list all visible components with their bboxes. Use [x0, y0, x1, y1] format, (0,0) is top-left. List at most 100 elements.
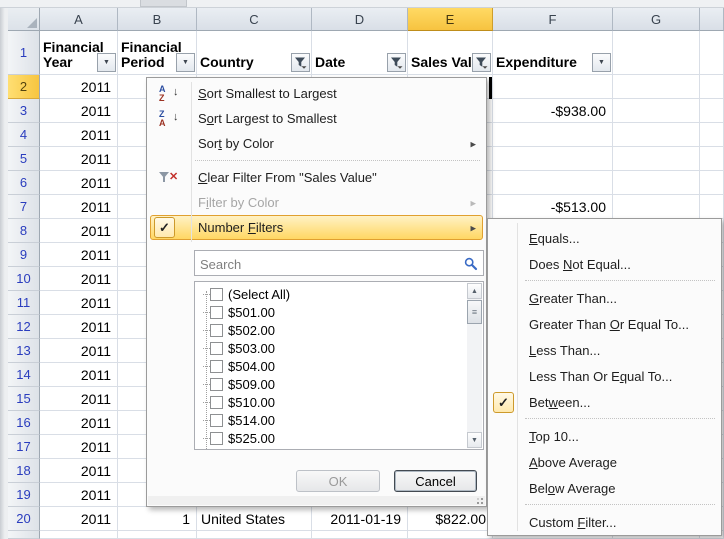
- filter-value-item[interactable]: $503.00: [199, 339, 465, 357]
- scroll-down-button[interactable]: ▼: [467, 432, 482, 448]
- cell-A10[interactable]: 2011: [40, 267, 118, 291]
- scroll-up-button[interactable]: ▲: [467, 283, 482, 299]
- filter-button-a[interactable]: ▼: [97, 53, 116, 72]
- cancel-button[interactable]: Cancel: [394, 470, 477, 492]
- ok-button[interactable]: OK: [296, 470, 380, 492]
- menu-item-sort-by-color[interactable]: Sort by Color▸: [150, 131, 483, 156]
- filter-value-item[interactable]: $502.00: [199, 321, 465, 339]
- cell-A9[interactable]: 2011: [40, 243, 118, 267]
- menu-item-number-filters[interactable]: ✓Number Filters▸: [150, 215, 483, 240]
- cell-H7[interactable]: [700, 195, 724, 219]
- cell-G3[interactable]: [613, 99, 700, 123]
- cell-G4[interactable]: [613, 123, 700, 147]
- menu-item-filter-by-color[interactable]: Filter by Color▸: [150, 190, 483, 215]
- row-header-18[interactable]: 18: [8, 459, 40, 483]
- column-header-B[interactable]: B: [118, 8, 197, 31]
- cell-A21[interactable]: [40, 531, 118, 539]
- submenu-item-below-average[interactable]: Below Average: [491, 475, 718, 501]
- column-header-G[interactable]: G: [613, 8, 700, 31]
- cell-A11[interactable]: 2011: [40, 291, 118, 315]
- cell-F4[interactable]: [493, 123, 613, 147]
- cell-A5[interactable]: 2011: [40, 147, 118, 171]
- filter-button-f[interactable]: ▼: [592, 53, 611, 72]
- cell-A14[interactable]: 2011: [40, 363, 118, 387]
- filter-value-item[interactable]: $510.00: [199, 393, 465, 411]
- filter-value-item[interactable]: $514.00: [199, 411, 465, 429]
- submenu-item-less-than-or-equal-to[interactable]: Less Than Or Equal To...: [491, 363, 718, 389]
- cell-H4[interactable]: [700, 123, 724, 147]
- cell-D20[interactable]: 2011-01-19: [312, 507, 408, 531]
- search-box[interactable]: [194, 250, 484, 276]
- filter-button-b[interactable]: ▼: [176, 53, 195, 72]
- submenu-item-above-average[interactable]: Above Average: [491, 449, 718, 475]
- menu-item-sort-largest-to-smallest[interactable]: ZA↓Sort Largest to Smallest: [150, 106, 483, 131]
- cell-F2[interactable]: [493, 75, 613, 99]
- cell-A3[interactable]: 2011: [40, 99, 118, 123]
- row-header-8[interactable]: 8: [8, 219, 40, 243]
- cell-F7[interactable]: -$513.00: [493, 195, 613, 219]
- cell-B20[interactable]: 1: [118, 507, 197, 531]
- checkbox[interactable]: [210, 324, 223, 337]
- cell-G6[interactable]: [613, 171, 700, 195]
- submenu-item-top-10[interactable]: Top 10...: [491, 423, 718, 449]
- scroll-thumb[interactable]: ≡: [467, 300, 482, 324]
- row-header-3[interactable]: 3: [8, 99, 40, 123]
- filter-value-item[interactable]: $504.00: [199, 357, 465, 375]
- checkbox[interactable]: [210, 450, 223, 451]
- row-header-5[interactable]: 5: [8, 147, 40, 171]
- submenu-item-greater-than[interactable]: Greater Than...: [491, 285, 718, 311]
- cell-F5[interactable]: [493, 147, 613, 171]
- menu-item-clear-filter-from-sales-value[interactable]: ✕Clear Filter From "Sales Value": [150, 165, 483, 190]
- submenu-item-less-than[interactable]: Less Than...: [491, 337, 718, 363]
- checkbox[interactable]: [210, 396, 223, 409]
- column-header-C[interactable]: C: [197, 8, 312, 31]
- checkbox[interactable]: [210, 360, 223, 373]
- cell-E20[interactable]: $822.00: [408, 507, 493, 531]
- cell-E21[interactable]: [408, 531, 493, 539]
- row-header-16[interactable]: 16: [8, 411, 40, 435]
- cell-A19[interactable]: 2011: [40, 483, 118, 507]
- column-header-A[interactable]: A: [40, 8, 118, 31]
- cell-G7[interactable]: [613, 195, 700, 219]
- cell-A7[interactable]: 2011: [40, 195, 118, 219]
- column-header-partial[interactable]: [700, 8, 724, 31]
- row-header-9[interactable]: 9: [8, 243, 40, 267]
- checkbox[interactable]: [210, 414, 223, 427]
- row-header-4[interactable]: 4: [8, 123, 40, 147]
- cell-A18[interactable]: 2011: [40, 459, 118, 483]
- filter-value-item[interactable]: $525.00: [199, 429, 465, 447]
- cell-A17[interactable]: 2011: [40, 435, 118, 459]
- cell-G5[interactable]: [613, 147, 700, 171]
- row-header-1[interactable]: 1: [8, 31, 40, 75]
- checkbox[interactable]: [210, 306, 223, 319]
- filter-value-item[interactable]: $501.00: [199, 303, 465, 321]
- column-header-F[interactable]: F: [493, 8, 613, 31]
- cell-H3[interactable]: [700, 99, 724, 123]
- cell-H6[interactable]: [700, 171, 724, 195]
- submenu-item-greater-than-or-equal-to[interactable]: Greater Than Or Equal To...: [491, 311, 718, 337]
- checkbox[interactable]: [210, 432, 223, 445]
- submenu-item-does-not-equal[interactable]: Does Not Equal...: [491, 251, 718, 277]
- checkbox[interactable]: [210, 342, 223, 355]
- cell-G2[interactable]: [613, 75, 700, 99]
- row-header-2[interactable]: 2: [8, 75, 40, 99]
- checkbox[interactable]: [210, 288, 223, 301]
- column-header-E[interactable]: E: [408, 8, 493, 31]
- row-header-21[interactable]: [8, 531, 40, 539]
- cell-G1[interactable]: [613, 31, 700, 75]
- cell-A2[interactable]: 2011: [40, 75, 118, 99]
- cell-D21[interactable]: [312, 531, 408, 539]
- menu-item-sort-smallest-to-largest[interactable]: AZ↓Sort Smallest to Largest: [150, 81, 483, 106]
- submenu-item-custom-filter[interactable]: Custom Filter...: [491, 509, 718, 535]
- filter-button-d[interactable]: [387, 53, 406, 72]
- row-header-11[interactable]: 11: [8, 291, 40, 315]
- scrollbar[interactable]: ▲ ≡ ▼: [467, 283, 482, 448]
- row-header-19[interactable]: 19: [8, 483, 40, 507]
- row-header-20[interactable]: 20: [8, 507, 40, 531]
- submenu-item-between[interactable]: ✓Between...: [491, 389, 718, 415]
- cell-H1[interactable]: [700, 31, 724, 75]
- row-header-12[interactable]: 12: [8, 315, 40, 339]
- row-header-6[interactable]: 6: [8, 171, 40, 195]
- cell-A16[interactable]: 2011: [40, 411, 118, 435]
- cell-F3[interactable]: -$938.00: [493, 99, 613, 123]
